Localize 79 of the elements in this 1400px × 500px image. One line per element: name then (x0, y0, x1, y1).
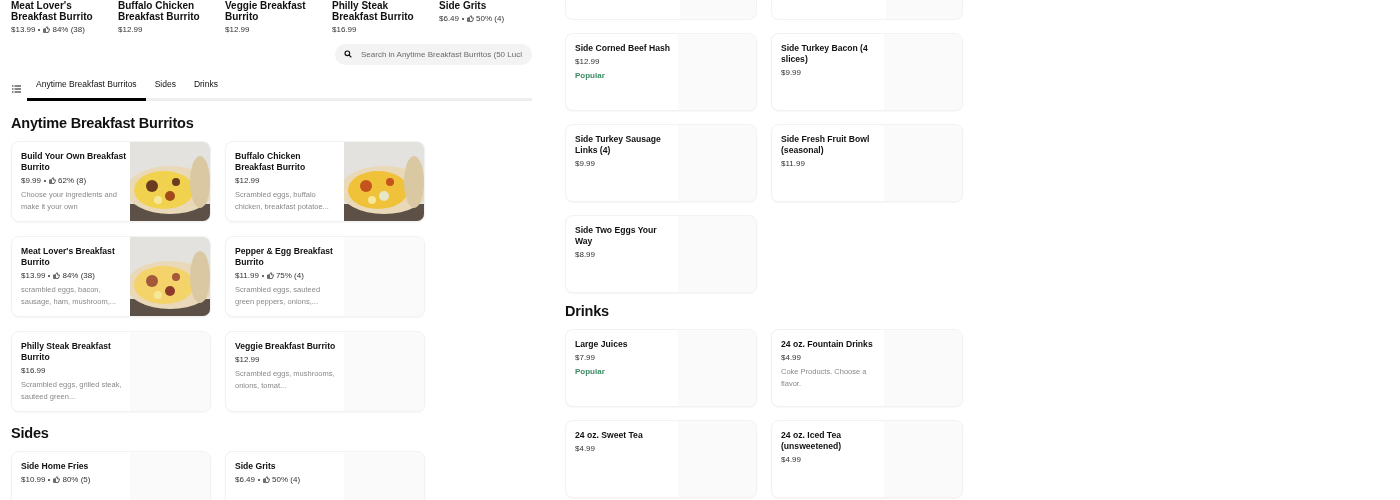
rating-text: 50% (4) (272, 475, 301, 484)
thumbs-up-icon (53, 476, 61, 483)
menu-item-card[interactable]: Side Turkey Bacon (4 slices) $9.99 (771, 33, 963, 111)
menu-list-icon[interactable] (12, 85, 21, 93)
item-title: Side Grits (235, 461, 277, 472)
rating-text: 75% (4) (275, 271, 304, 280)
item-price: $13.99 (11, 25, 36, 34)
item-title: Side Corned Beef Hash (575, 43, 672, 54)
search-icon (344, 50, 352, 58)
item-price: $4.99 (781, 455, 802, 464)
item-price: $7.99 (575, 353, 596, 362)
menu-item-card[interactable]: Side Two Eggs Your Way $8.99 (565, 215, 757, 293)
popular-label: Popular (575, 367, 606, 376)
item-title[interactable]: Buffalo Chicken Breakfast Burrito (118, 0, 218, 22)
item-price: $9.99 (781, 68, 802, 77)
thumbs-up-icon (49, 177, 57, 184)
item-price: $12.99 (235, 176, 260, 185)
item-title: Side Two Eggs Your Way (575, 225, 658, 247)
section-heading: Sides (11, 425, 50, 441)
item-price: $13.99 (21, 271, 46, 280)
item-title: Side Home Fries (21, 461, 90, 472)
item-price: $12.99 (118, 25, 143, 34)
rating-text: 62% (8) (58, 176, 87, 185)
item-title: Side Turkey Bacon (4 slices) (781, 43, 869, 65)
item-title: Pepper & Egg Breakfast Burrito (235, 246, 334, 268)
item-price: $16.99 (21, 366, 46, 375)
menu-item-card[interactable]: 24 oz. Iced Tea (unsweetened) $4.99 (771, 420, 963, 498)
item-price: $11.99 (781, 159, 805, 168)
category-tab[interactable]: Sides (145, 73, 185, 101)
popular-label: Popular (575, 71, 606, 80)
thumbs-up-icon (53, 272, 61, 279)
item-title[interactable]: Meat Lover's Breakfast Burrito (11, 0, 111, 22)
item-price: $4.99 (781, 353, 802, 362)
item-title: Philly Steak Breakfast Burrito (21, 341, 112, 363)
item-title: 24 oz. Iced Tea (unsweetened) (781, 430, 843, 452)
menu-item-card[interactable]: 24 oz. Sweet Tea $4.99 (565, 420, 757, 498)
item-price: $6.49 (235, 475, 256, 484)
menu-item-card[interactable]: Side Home Fries $10.99 80% (5) (11, 451, 211, 500)
rating-text: 50% (4) (476, 14, 505, 23)
item-title: 24 oz. Sweet Tea (575, 430, 644, 441)
item-title: Build Your Own Breakfast Burrito (21, 151, 127, 173)
item-title: Side Fresh Fruit Bowl (seasonal) (781, 134, 871, 156)
item-price: $12.99 (225, 25, 250, 34)
thumbs-up-icon (266, 272, 274, 279)
item-price: $9.99 (575, 159, 596, 168)
item-price: $12.99 (235, 355, 260, 364)
item-price: $12.99 (575, 57, 600, 66)
rating-text: 84% (38) (62, 271, 95, 280)
item-price: $10.99 (21, 475, 46, 484)
item-title: Side Turkey Sausage Links (4) (575, 134, 662, 156)
menu-item-card[interactable]: Large Juices $7.99 Popular (565, 329, 757, 407)
category-tab[interactable]: Anytime Breakfast Burritos (27, 73, 146, 101)
rating-text: 80% (5) (62, 475, 91, 484)
item-title[interactable]: Side Grits (439, 0, 539, 11)
item-title: Large Juices (575, 339, 629, 350)
thumbs-up-icon (263, 476, 271, 483)
item-title: Meat Lover's Breakfast Burrito (21, 246, 116, 268)
section-heading: Drinks (565, 303, 610, 319)
item-title: 24 oz. Fountain Drinks (781, 339, 874, 350)
section-heading: Anytime Breakfast Burritos (11, 115, 195, 131)
rating-text: 84% (38) (52, 25, 85, 34)
menu-item-card[interactable]: Side Turkey Sausage Links (4) $9.99 (565, 124, 757, 202)
menu-item-card[interactable]: Side Grits $6.49 50% (4) (225, 451, 425, 500)
search-field[interactable]: Search in Anytime Breakfast Burritos (50 Lucl (335, 44, 532, 65)
item-price: $6.49 (439, 14, 460, 23)
item-price: $11.99 (235, 271, 259, 280)
item-price: $8.99 (575, 250, 596, 259)
item-title: Buffalo Chicken Breakfast Burrito (235, 151, 307, 173)
thumbs-up-icon (467, 15, 475, 22)
item-title: Veggie Breakfast Burrito (235, 341, 337, 352)
category-tab[interactable]: Drinks (184, 73, 227, 101)
item-price: $9.99 (21, 176, 42, 185)
item-title[interactable]: Philly Steak Breakfast Burrito (332, 0, 432, 22)
thumbs-up-icon (43, 26, 51, 33)
menu-item-card[interactable]: Side Corned Beef Hash $12.99 Popular (565, 33, 757, 111)
menu-item-card[interactable]: Side Fresh Fruit Bowl (seasonal) $11.99 (771, 124, 963, 202)
item-price: $16.99 (332, 25, 357, 34)
item-title[interactable]: Veggie Breakfast Burrito (225, 0, 325, 22)
item-price: $4.99 (575, 444, 596, 453)
